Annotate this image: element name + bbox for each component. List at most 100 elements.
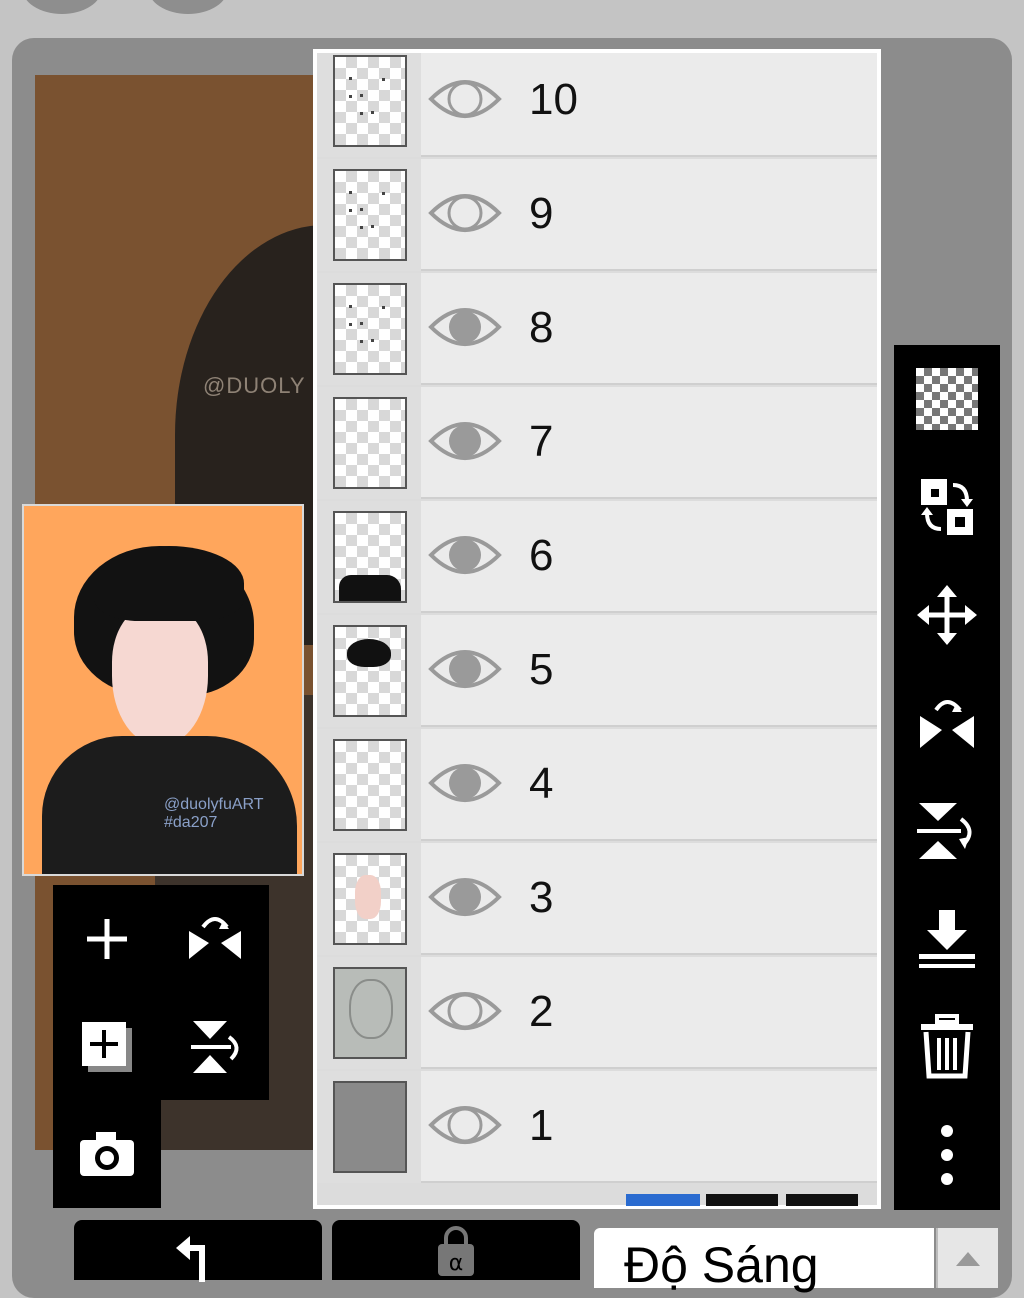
canvas-preview-thumbnail[interactable]: @duolyfuART #da207 [22, 504, 304, 876]
layer-thumbnail[interactable] [333, 967, 407, 1059]
move-button[interactable] [894, 561, 1000, 669]
flip-horizontal-button[interactable] [161, 885, 269, 993]
merge-down-icon [919, 910, 975, 968]
scroll-tab-2 [706, 1194, 778, 1206]
eye-icon [428, 422, 502, 460]
add-layer-copy-button[interactable] [53, 993, 161, 1101]
undo-button[interactable] [74, 1220, 322, 1282]
thumb-hair-shape [347, 639, 391, 667]
camera-button[interactable] [53, 1100, 161, 1208]
eye-icon [428, 308, 502, 346]
blend-mode-dropdown-button[interactable] [936, 1228, 998, 1288]
window-control-2 [148, 0, 228, 14]
canvas-watermark: @DUOLY [203, 373, 306, 398]
layer-thumbnail[interactable] [333, 853, 407, 945]
layer-row[interactable]: 10 [317, 53, 877, 157]
eye-off-icon [428, 80, 502, 118]
layer-visibility-toggle[interactable] [427, 869, 503, 930]
thumb-speck [382, 192, 385, 195]
transparency-button[interactable] [894, 345, 1000, 453]
delete-layer-button[interactable] [894, 993, 1000, 1101]
thumb-speck [382, 306, 385, 309]
thumb-sketch-shape [349, 979, 393, 1039]
move-icon [917, 585, 977, 645]
layer-visibility-toggle[interactable] [427, 1097, 503, 1158]
layer-name: 5 [529, 645, 554, 694]
thumb-speck [349, 77, 352, 80]
layer-row[interactable]: 6 [317, 501, 877, 613]
transparency-icon [916, 368, 978, 430]
flip-vertical-button[interactable] [161, 993, 269, 1101]
thumb-shirt-shape [339, 575, 401, 601]
layer-visibility-toggle[interactable] [427, 641, 503, 702]
left-toolbar [53, 885, 269, 1100]
layer-row[interactable]: 5 [317, 615, 877, 727]
scroll-tab-1 [626, 1194, 700, 1206]
blend-mode-select[interactable]: Độ Sáng [594, 1228, 934, 1293]
more-options-icon [941, 1125, 953, 1185]
preview-signature: @duolyfuART #da207 [164, 796, 264, 831]
layer-row[interactable]: 8 [317, 273, 877, 385]
preview-face [112, 606, 208, 746]
layer-thumbnail[interactable] [333, 169, 407, 261]
layer-visibility-toggle[interactable] [427, 299, 503, 360]
thumb-speck [360, 340, 363, 343]
eye-off-icon [428, 194, 502, 232]
thumb-face-shape [355, 875, 381, 919]
layer-thumbnail[interactable] [333, 511, 407, 603]
merge-down-button[interactable] [894, 885, 1000, 993]
blend-mode-label: Độ Sáng [624, 1237, 819, 1293]
flip-vertical-button-right[interactable] [894, 777, 1000, 885]
layer-name: 6 [529, 531, 554, 580]
thumb-speck [360, 226, 363, 229]
thumb-speck [371, 225, 374, 228]
layer-thumbnail[interactable] [333, 625, 407, 717]
layer-name: 1 [529, 1101, 554, 1150]
flip-horizontal-button-right[interactable] [894, 669, 1000, 777]
flip-vertical-icon [191, 1021, 239, 1073]
trash-icon [921, 1014, 973, 1079]
layer-row[interactable]: 3 [317, 843, 877, 955]
layers-list-panel: 10 9 8 7 6 5 4 3 2 1 [313, 49, 881, 1209]
layer-thumbnail[interactable] [333, 55, 407, 147]
layer-visibility-toggle[interactable] [427, 527, 503, 588]
layer-thumbnail[interactable] [333, 739, 407, 831]
layer-name: 4 [529, 759, 554, 808]
thumb-speck [349, 305, 352, 308]
add-layer-button[interactable] [53, 885, 161, 993]
layer-thumbnail[interactable] [333, 1081, 407, 1173]
layer-row[interactable]: 1 [317, 1071, 877, 1183]
alpha-lock-button[interactable]: α [332, 1220, 580, 1280]
layer-row[interactable]: 2 [317, 957, 877, 1069]
layer-name: 9 [529, 189, 554, 238]
window-control-1 [22, 0, 102, 14]
layer-visibility-toggle[interactable] [427, 413, 503, 474]
thumb-speck [349, 323, 352, 326]
layer-name: 2 [529, 987, 554, 1036]
layer-visibility-toggle[interactable] [427, 755, 503, 816]
chevron-up-icon [956, 1252, 980, 1266]
thumb-speck [360, 322, 363, 325]
layer-row[interactable]: 9 [317, 159, 877, 271]
layer-thumbnail[interactable] [333, 397, 407, 489]
flip-vertical-icon [917, 803, 972, 859]
thumb-speck [349, 95, 352, 98]
layer-row[interactable]: 4 [317, 729, 877, 841]
thumb-speck [349, 191, 352, 194]
flip-horizontal-icon [189, 917, 241, 959]
alpha-lock-icon: α [438, 1226, 474, 1276]
thumb-speck [371, 339, 374, 342]
thumb-speck [371, 111, 374, 114]
thumb-speck [382, 78, 385, 81]
swap-layers-button[interactable] [894, 453, 1000, 561]
thumb-speck [360, 112, 363, 115]
layer-name: 7 [529, 417, 554, 466]
layer-visibility-toggle[interactable] [427, 983, 503, 1044]
eye-icon [428, 536, 502, 574]
layer-row[interactable]: 7 [317, 387, 877, 499]
eye-icon [428, 764, 502, 802]
layer-visibility-toggle[interactable] [427, 71, 503, 132]
more-options-button[interactable] [894, 1101, 1000, 1209]
layer-thumbnail[interactable] [333, 283, 407, 375]
layer-visibility-toggle[interactable] [427, 185, 503, 246]
